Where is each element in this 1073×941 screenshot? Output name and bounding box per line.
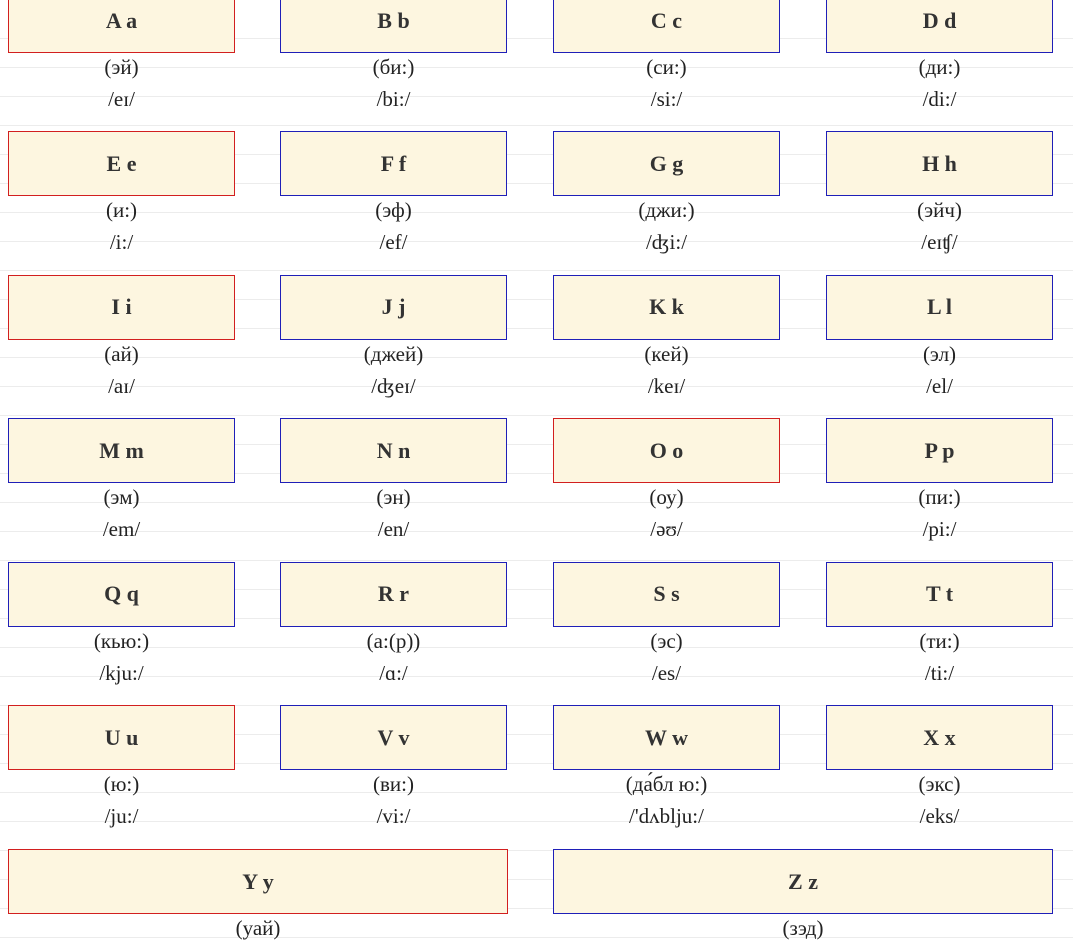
letter-card-s: S s (553, 561, 780, 627)
letter-card-k: K k (553, 274, 780, 340)
letter-card-l: L l (826, 274, 1053, 340)
ipa-transcription-s: /es/ (651, 660, 682, 685)
letter-card-e: E e (8, 131, 235, 197)
russian-pronunciation-e: (и:) (105, 198, 138, 223)
letter-card-v: V v (280, 705, 507, 770)
russian-pronunciation-l: (эл) (922, 341, 957, 366)
russian-pronunciation-u: (ю:) (103, 772, 140, 796)
ipa-transcription-u: /ju:/ (104, 804, 139, 828)
russian-pronunciation-z: (зэд) (782, 916, 824, 940)
ipa-transcription-k: /keɪ/ (647, 373, 686, 398)
russian-pronunciation-f: (эф) (375, 198, 412, 223)
russian-pronunciation-o: (оу) (649, 485, 684, 510)
letter-card-t: T t (826, 561, 1053, 627)
ipa-transcription-p: /pi:/ (922, 517, 957, 542)
ipa-transcription-i: /aɪ/ (108, 373, 135, 398)
letter-card-h: H h (826, 131, 1053, 197)
letter-card-z: Z z (553, 849, 1053, 914)
ipa-transcription-j: /ʤeɪ/ (371, 373, 416, 398)
letter-card-n: N n (280, 418, 507, 484)
russian-pronunciation-y: (уай) (235, 916, 281, 940)
letter-card-i: I i (8, 274, 235, 340)
ipa-transcription-r: /ɑ:/ (379, 660, 408, 685)
russian-pronunciation-j: (джей) (363, 341, 424, 366)
russian-pronunciation-t: (ти:) (919, 628, 960, 653)
letter-card-b: B b (280, 0, 507, 53)
letter-card-m: M m (8, 418, 235, 484)
russian-pronunciation-s: (эс) (650, 628, 683, 653)
letter-card-o: O o (553, 418, 780, 484)
russian-pronunciation-w: (да́бл ю:) (625, 772, 708, 796)
russian-pronunciation-c: (си:) (646, 55, 687, 79)
russian-pronunciation-p: (пи:) (918, 485, 961, 510)
letter-card-q: Q q (8, 561, 235, 627)
russian-pronunciation-m: (эм) (103, 485, 140, 510)
russian-pronunciation-n: (эн) (376, 485, 411, 510)
russian-pronunciation-r: (а:(р)) (366, 628, 421, 653)
russian-pronunciation-h: (эйч) (917, 198, 962, 223)
alphabet-grid: A a (эй) /eɪ/B b (би:) /bi:/ C c (си:) /si:/ D d… (0, 0, 1073, 941)
letter-card-x: X x (826, 705, 1053, 770)
ipa-transcription-b: /bi:/ (376, 87, 411, 111)
ipa-transcription-d: /di:/ (922, 87, 957, 111)
ipa-transcription-m: /em/ (102, 517, 141, 542)
ipa-transcription-g: /ʤi:/ (645, 230, 688, 255)
ipa-transcription-x: /eks/ (919, 804, 960, 828)
russian-pronunciation-k: (кей) (644, 341, 689, 366)
letter-card-g: G g (553, 131, 780, 197)
letter-card-f: F f (280, 131, 507, 197)
ipa-transcription-t: /ti:/ (924, 660, 955, 685)
letter-card-u: U u (8, 705, 235, 770)
russian-pronunciation-g: (джи:) (638, 198, 695, 223)
ipa-transcription-q: /kju:/ (99, 660, 144, 685)
letter-card-a: A a (8, 0, 235, 53)
russian-pronunciation-i: (ай) (104, 341, 139, 366)
russian-pronunciation-v: (ви:) (373, 772, 414, 796)
ipa-transcription-v: /vi:/ (376, 804, 411, 828)
ipa-transcription-a: /eɪ/ (108, 87, 135, 111)
letter-card-d: D d (826, 0, 1053, 53)
ipa-transcription-o: /əʊ/ (650, 517, 683, 542)
russian-pronunciation-x: (экс) (918, 772, 961, 796)
letter-card-y: Y y (8, 849, 508, 914)
russian-pronunciation-q: (кью:) (93, 628, 150, 653)
letter-card-w: W w (553, 705, 780, 770)
russian-pronunciation-a: (эй) (104, 55, 139, 79)
russian-pronunciation-d: (ди:) (918, 55, 961, 79)
ipa-transcription-n: /en/ (377, 517, 410, 542)
letter-card-c: C c (553, 0, 780, 53)
ipa-transcription-h: /eɪʧ/ (921, 230, 958, 255)
ipa-transcription-f: /ef/ (379, 230, 408, 255)
ipa-transcription-e: /i:/ (109, 230, 134, 255)
letter-card-p: P p (826, 418, 1053, 484)
ipa-transcription-l: /el/ (926, 373, 953, 398)
ipa-transcription-c: /si:/ (650, 87, 683, 111)
ipa-transcription-w: /'dʌblju:/ (629, 804, 704, 828)
letter-card-j: J j (280, 274, 507, 340)
russian-pronunciation-b: (би:) (372, 55, 415, 79)
letter-card-r: R r (280, 561, 507, 627)
